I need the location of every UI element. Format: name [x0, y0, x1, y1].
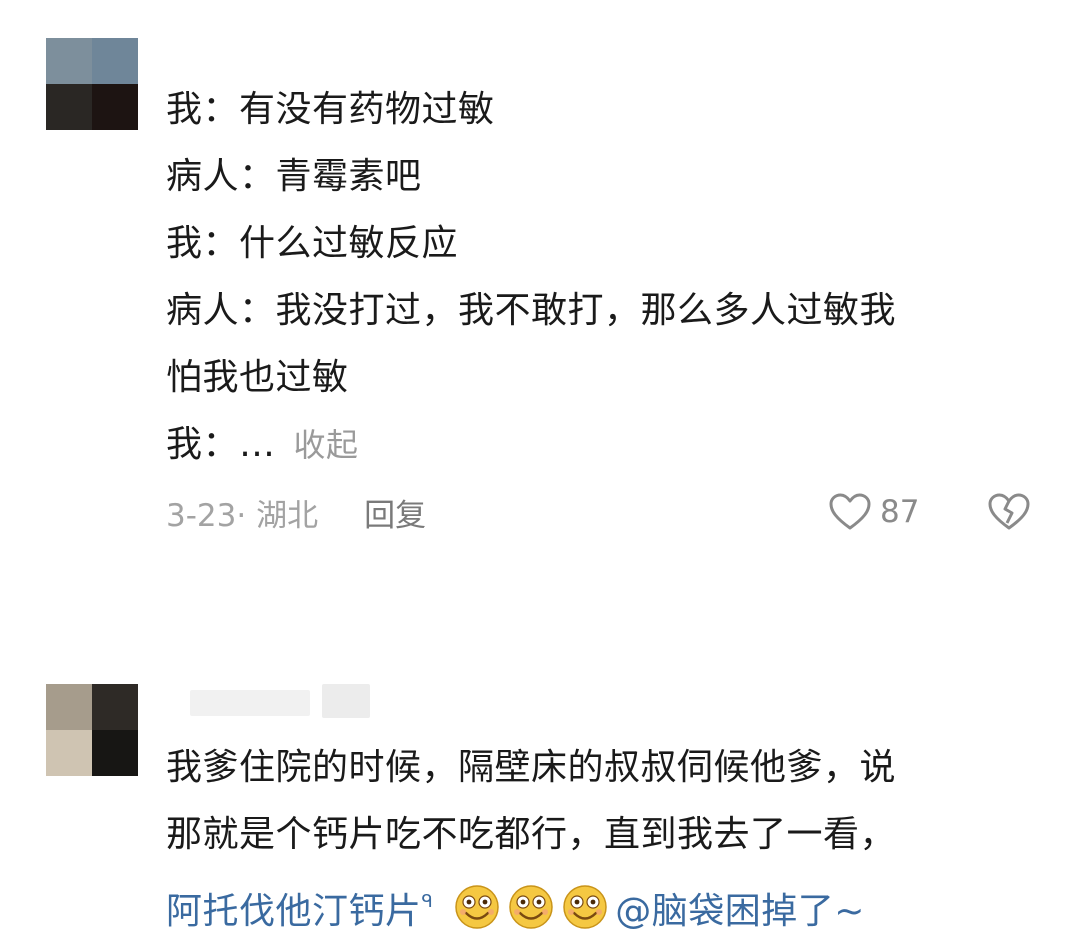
avatar-pixel — [92, 730, 138, 776]
avatar-pixel — [46, 730, 92, 776]
comment-line-text: 我：… — [166, 424, 276, 465]
broken-heart-icon — [988, 493, 1030, 530]
comment-line: 病人：青霉素吧 — [166, 156, 422, 197]
collapse-link[interactable]: 收起 — [293, 426, 358, 464]
reply-button[interactable]: 回复 — [364, 490, 426, 535]
comment-line-links: 阿托伐他汀钙片ᑫ @脑袋困掉了~ — [166, 868, 896, 935]
avatar-pixel — [92, 684, 138, 730]
avatar-pixel — [46, 684, 92, 730]
comment-line: 那就是个钙片吃不吃都行，直到我去了一看， — [166, 814, 897, 855]
date-location: 3-23· 湖北 — [166, 497, 319, 534]
search-icon[interactable]: ᑫ — [422, 891, 434, 912]
smiling-face-icon — [563, 885, 608, 929]
comment-line: 我：有没有药物过敏 — [166, 89, 495, 130]
comment-line: 我爹住院的时候，隔壁床的叔叔伺候他爹，说 — [166, 747, 897, 788]
drug-search-link[interactable]: 阿托伐他汀钙片 — [166, 891, 422, 932]
dislike-button[interactable] — [986, 488, 1032, 536]
username-redacted — [190, 690, 310, 716]
like-button[interactable]: 87 — [828, 488, 919, 536]
comment-line-last: 我：… 收起 — [166, 411, 896, 478]
avatar-pixel — [46, 38, 92, 84]
comment-line: 我：什么过敏反应 — [166, 223, 459, 264]
avatar-pixel — [92, 38, 138, 84]
like-count: 87 — [880, 494, 920, 530]
avatar-pixel — [92, 84, 138, 130]
smiling-face-icon — [509, 885, 554, 929]
comment-body[interactable]: 我爹住院的时候，隔壁床的叔叔伺候他爹，说 那就是个钙片吃不吃都行，直到我去了一看… — [166, 734, 896, 935]
comment-line: 病人：我没打过，我不敢打，那么多人过敏我 — [166, 290, 897, 331]
heart-icon — [829, 493, 871, 530]
comment-list: 我：有没有药物过敏 病人：青霉素吧 我：什么过敏反应 病人：我没打过，我不敢打，… — [0, 0, 1079, 940]
avatar[interactable] — [46, 38, 138, 130]
comment-line: 怕我也过敏 — [166, 357, 349, 398]
smiling-face-icon — [455, 885, 500, 929]
comment-body[interactable]: 我：有没有药物过敏 病人：青霉素吧 我：什么过敏反应 病人：我没打过，我不敢打，… — [166, 76, 896, 478]
avatar-pixel — [46, 84, 92, 130]
username-redacted — [322, 684, 370, 718]
comment-meta: 3-23· 湖北 回复 — [166, 488, 426, 536]
avatar[interactable] — [46, 684, 138, 776]
user-mention-link[interactable]: @脑袋困掉了~ — [615, 891, 865, 932]
